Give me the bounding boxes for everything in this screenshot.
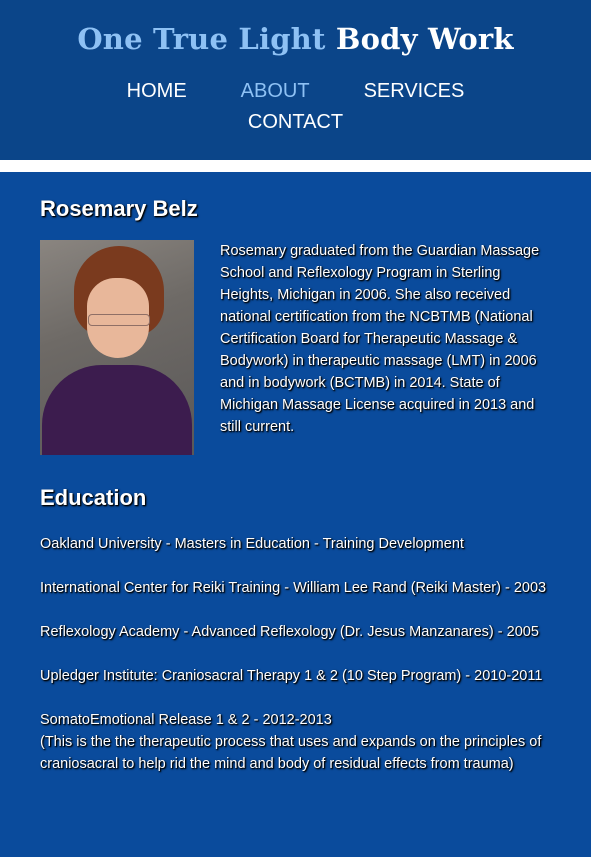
site-title[interactable]: One True Light Body Work xyxy=(0,22,591,56)
site-title-part2: Body Work xyxy=(335,22,514,56)
nav-row: HOME ABOUT SERVICES xyxy=(0,76,591,107)
bio-text: Rosemary graduated from the Guardian Mas… xyxy=(220,243,540,435)
nav-about[interactable]: ABOUT xyxy=(241,76,310,107)
education-item: International Center for Reiki Training … xyxy=(40,580,547,596)
site-title-part1: One True Light xyxy=(77,22,326,56)
education-item: Upledger Institute: Craniosacral Therapy… xyxy=(40,668,543,684)
education-item-note: (This is the the therapeutic process tha… xyxy=(40,734,542,772)
nav-contact[interactable]: CONTACT xyxy=(248,107,343,138)
header-divider xyxy=(0,160,591,172)
nav-row: CONTACT xyxy=(0,107,591,138)
main-content: Rosemary Belz Rosemary graduated from th… xyxy=(0,172,591,775)
education-item: Oakland University - Masters in Educatio… xyxy=(40,536,464,552)
bio-section: Rosemary graduated from the Guardian Mas… xyxy=(40,240,551,455)
education-item: Reflexology Academy - Advanced Reflexolo… xyxy=(40,624,539,640)
education-item: SomatoEmotional Release 1 & 2 - 2012-201… xyxy=(40,709,551,775)
nav-home[interactable]: HOME xyxy=(127,76,187,107)
profile-name-heading: Rosemary Belz xyxy=(40,196,198,221)
site-header: One True Light Body Work HOME ABOUT SERV… xyxy=(0,0,591,160)
photo-shirt xyxy=(42,365,192,455)
nav-services[interactable]: SERVICES xyxy=(364,76,465,107)
photo-glasses xyxy=(88,314,150,326)
main-nav: HOME ABOUT SERVICES CONTACT xyxy=(0,76,591,138)
education-list: Oakland University - Masters in Educatio… xyxy=(40,533,551,775)
education-item-title: SomatoEmotional Release 1 & 2 - 2012-201… xyxy=(40,712,332,728)
education-heading: Education xyxy=(40,485,147,510)
profile-photo xyxy=(40,240,194,455)
